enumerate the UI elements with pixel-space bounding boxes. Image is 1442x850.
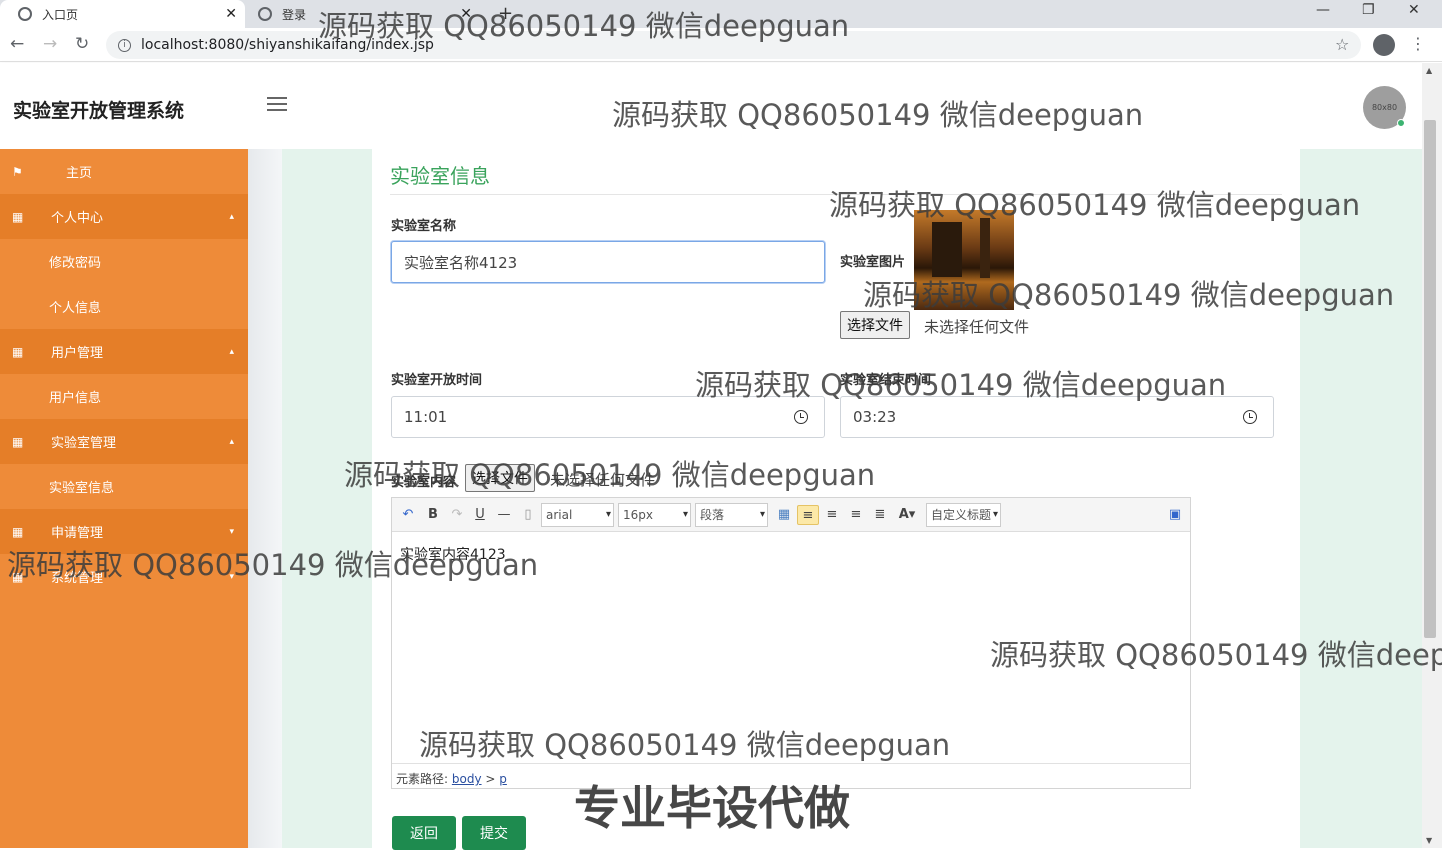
grid-icon: ▦ [12, 209, 24, 224]
sidebar-item-personal-info[interactable]: 个人信息 [0, 284, 248, 329]
scroll-down-icon[interactable]: ▼ [1426, 836, 1432, 845]
info-icon[interactable]: i [118, 38, 131, 52]
sidebar-group-personal[interactable]: ▦ 个人中心 ▴ [0, 194, 248, 239]
grid-icon: ▦ [12, 524, 24, 539]
flag-icon: ⚑ [12, 164, 23, 179]
scroll-up-icon[interactable]: ▲ [1426, 66, 1432, 75]
lab-name-value: 实验室名称4123 [404, 253, 518, 272]
tab-label: 登录 [282, 7, 307, 22]
submit-button[interactable]: 提交 [462, 816, 526, 850]
tower-shape [932, 222, 962, 277]
page-icon[interactable]: ▯ [518, 505, 538, 525]
watermark: 源码获取 QQ86050149 微信deepguan [612, 98, 1144, 132]
image-file-status: 未选择任何文件 [924, 318, 1030, 336]
forward-icon[interactable]: → [43, 34, 57, 54]
sidebar-item-user-info[interactable]: 用户信息 [0, 374, 248, 419]
lab-name-input[interactable]: 实验室名称4123 [391, 241, 825, 283]
sidebar-item-home[interactable]: ⚑ 主页 [0, 149, 248, 194]
image-file-button[interactable]: 选择文件 [840, 311, 910, 339]
watermark: 源码获取 QQ86050149 微信deepguan [695, 368, 1227, 402]
restore-icon[interactable]: ❐ [1362, 2, 1375, 18]
back-button[interactable]: 返回 [392, 816, 456, 850]
end-time-value: 03:23 [853, 408, 897, 426]
align-right-icon[interactable]: ≡ [822, 505, 842, 525]
content-band-left [282, 149, 372, 848]
sidebar-item-lab-info[interactable]: 实验室信息 [0, 464, 248, 509]
tab-home[interactable]: 入口页 ✕ [0, 0, 245, 28]
chevron-up-icon: ▴ [229, 211, 234, 222]
watermark: 源码获取 QQ86050149 微信deepguan [829, 188, 1361, 222]
path-separator: > [481, 772, 500, 786]
custom-title-select[interactable]: 自定义标题 [926, 503, 1001, 527]
clock-icon[interactable] [794, 410, 808, 424]
paragraph-select[interactable]: 段落 [695, 503, 768, 527]
watermark-big: 专业毕设代做 [574, 781, 850, 835]
window-close-icon[interactable]: ✕ [1408, 2, 1420, 18]
grid-icon: ▦ [12, 434, 24, 449]
tab-label: 入口页 [42, 7, 79, 22]
profile-icon[interactable] [1373, 34, 1395, 56]
lab-name-label: 实验室名称 [391, 219, 457, 234]
back-icon[interactable]: ← [10, 34, 24, 54]
chevron-up-icon: ▴ [229, 346, 234, 357]
chevron-up-icon: ▴ [229, 436, 234, 447]
clock-icon[interactable] [1243, 410, 1257, 424]
minimize-icon[interactable]: — [1316, 2, 1330, 18]
scrollbar-thumb[interactable] [1424, 120, 1436, 638]
app-title: 实验室开放管理系统 [13, 100, 185, 122]
sidebar-item-label: 实验室管理 [51, 436, 117, 451]
bookmark-star-icon[interactable]: ☆ [1335, 35, 1349, 54]
align-center-icon[interactable]: ≡ [846, 505, 866, 525]
path-p-link[interactable]: p [499, 772, 507, 786]
bold-icon[interactable]: B [423, 505, 443, 525]
close-tab-icon[interactable]: ✕ [225, 6, 237, 22]
font-color-icon[interactable]: A▾ [895, 505, 919, 525]
redo-icon[interactable]: ↷ [447, 505, 467, 525]
chevron-down-icon: ▾ [229, 526, 234, 537]
horizontal-rule-icon[interactable]: — [494, 505, 514, 525]
path-body-link[interactable]: body [452, 772, 482, 786]
sidebar-group-users[interactable]: ▦ 用户管理 ▴ [0, 329, 248, 374]
avatar[interactable]: 80x80 [1363, 86, 1406, 129]
justify-icon[interactable]: ≣ [870, 505, 890, 525]
content-shadow [248, 149, 282, 848]
watermark: 源码获取 QQ86050149 微信deepguan [863, 278, 1395, 312]
hamburger-icon[interactable] [267, 97, 287, 113]
watermark: 源码获取 QQ86050149 微信deepguan [419, 728, 951, 762]
lab-image-label: 实验室图片 [840, 255, 906, 270]
open-time-value: 11:01 [404, 408, 448, 426]
table-icon[interactable]: ▦ [774, 505, 794, 525]
reload-icon[interactable]: ↻ [75, 34, 89, 54]
sidebar: ⚑ 主页 ▦ 个人中心 ▴ 修改密码 个人信息 ▦ 用户管理 ▴ 用户信息 ▦ … [0, 149, 248, 848]
online-status-icon [1397, 119, 1405, 127]
browser-menu-icon[interactable]: ⋮ [1410, 34, 1426, 53]
globe-icon [258, 7, 272, 21]
watermark: 源码获取 QQ86050149 微信deep [990, 638, 1442, 672]
watermark: 源码获取 QQ86050149 微信deepguan [7, 548, 539, 582]
avatar-text: 80x80 [1371, 103, 1398, 112]
tower-shape [980, 218, 990, 278]
align-left-icon[interactable]: ≡ [797, 505, 819, 525]
fullscreen-icon[interactable]: ▣ [1165, 505, 1185, 525]
sidebar-item-label: 申请管理 [51, 526, 104, 541]
page-title: 实验室信息 [390, 164, 490, 188]
underline-icon[interactable]: U [470, 505, 490, 525]
sidebar-item-label: 用户管理 [51, 346, 104, 361]
open-time-label: 实验室开放时间 [391, 373, 483, 388]
watermark: 源码获取 QQ86050149 微信deepguan [344, 458, 876, 492]
editor-toolbar: ↶ B ↷ U — ▯ arial 16px 段落 ▦ ≡ ≡ ≡ ≣ A▾ 自… [392, 498, 1190, 532]
globe-icon [18, 7, 32, 21]
sidebar-item-label: 主页 [66, 166, 93, 181]
watermark: 源码获取 QQ86050149 微信deepguan [318, 9, 850, 43]
font-size-select[interactable]: 16px [618, 503, 691, 527]
font-family-select[interactable]: arial [541, 503, 614, 527]
sidebar-item-change-password[interactable]: 修改密码 [0, 239, 248, 284]
sidebar-item-label: 个人中心 [51, 211, 104, 226]
undo-icon[interactable]: ↶ [398, 505, 418, 525]
content-band-right [1300, 149, 1422, 848]
grid-icon: ▦ [12, 344, 24, 359]
path-label: 元素路径: [396, 772, 449, 786]
sidebar-group-lab[interactable]: ▦ 实验室管理 ▴ [0, 419, 248, 464]
